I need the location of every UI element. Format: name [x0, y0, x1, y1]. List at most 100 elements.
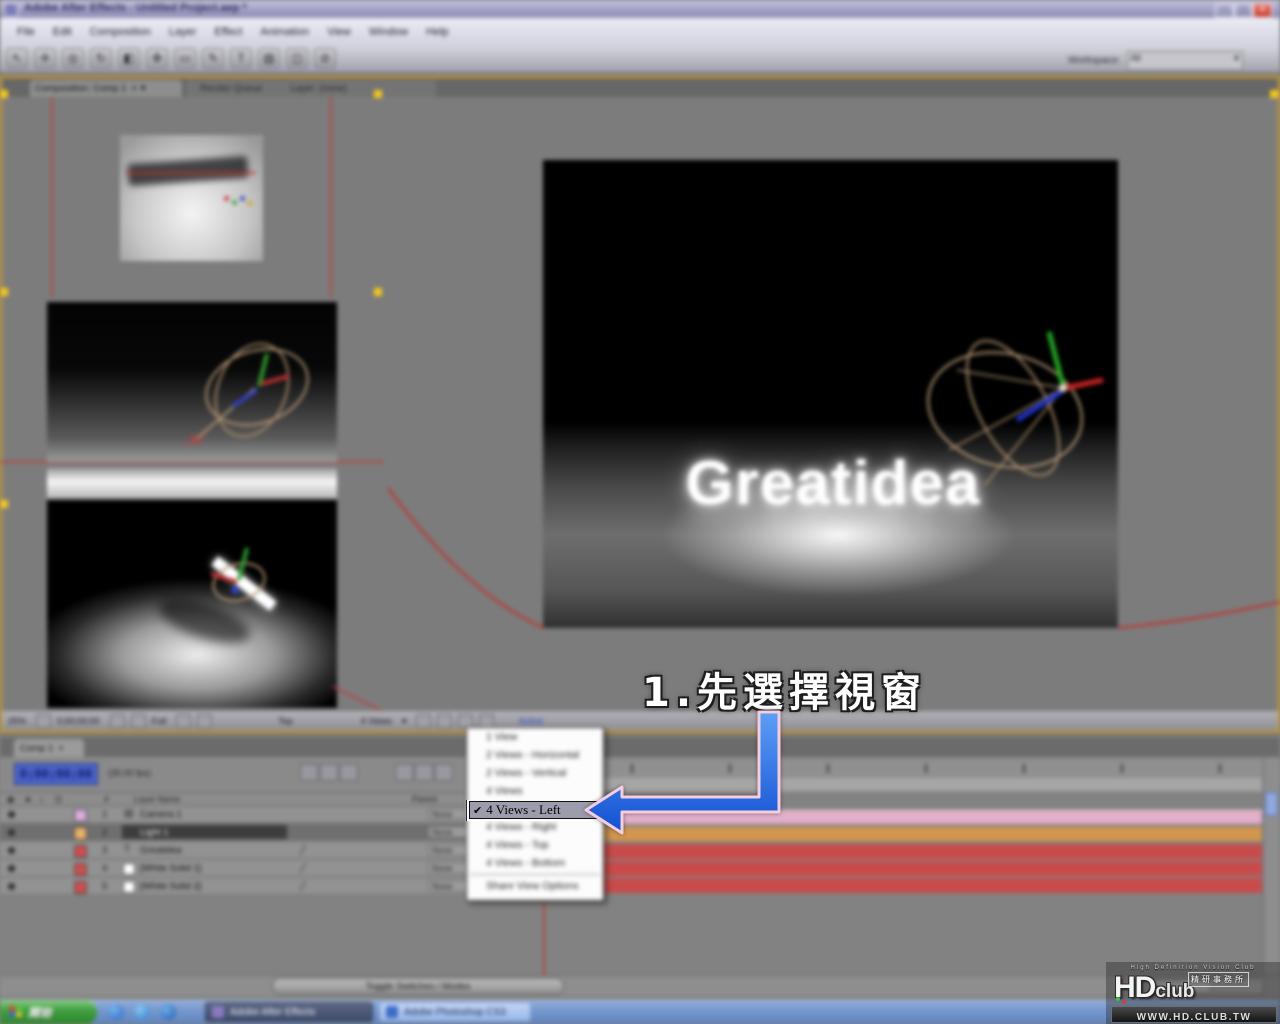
label-color-chip[interactable]	[74, 845, 87, 858]
logo-brand: HDclub 精研事務所	[1114, 971, 1280, 1005]
menu-effect[interactable]: Effect	[205, 26, 251, 38]
panel-handle[interactable]	[374, 288, 382, 296]
region-of-interest-icon[interactable]	[176, 714, 191, 728]
resolution-dropdown[interactable]: Full	[152, 716, 167, 726]
clone-stamp-tool-icon[interactable]: ◫	[286, 48, 308, 69]
menu-layer[interactable]: Layer	[160, 26, 206, 38]
draft-3d-icon[interactable]	[320, 764, 338, 781]
quality-switch-icon[interactable]: ╱	[300, 881, 305, 892]
view-name-dropdown[interactable]: Top	[278, 716, 293, 726]
brush-tool-icon[interactable]: ▨	[258, 48, 280, 69]
viewport-active-camera-view[interactable]	[47, 500, 337, 708]
snapshot-icon[interactable]	[110, 714, 125, 728]
start-button[interactable]: 開始	[0, 1000, 97, 1024]
menu-window[interactable]: Window	[360, 26, 417, 38]
view-layout-dropdown[interactable]: 4 Views	[361, 716, 392, 726]
quick-launch-icon[interactable]	[134, 1004, 150, 1020]
hide-shy-layers-icon[interactable]	[340, 764, 358, 781]
viewer-timecode[interactable]: 0;00;00;00	[57, 716, 100, 726]
maximize-button[interactable]: □	[1234, 3, 1253, 18]
check-icon: ✔	[473, 804, 482, 817]
logo-hd-text: HD	[1114, 971, 1155, 1004]
minimize-button[interactable]: −	[1215, 3, 1234, 18]
workspace-dropdown[interactable]: All ▾	[1127, 51, 1243, 70]
eye-icon[interactable]	[8, 811, 15, 818]
camera-tool-icon[interactable]: ◧	[118, 48, 140, 69]
workspace-label: Workspace:	[1068, 55, 1121, 66]
tab-layer[interactable]: Layer: (none)	[276, 83, 361, 94]
panel-handle[interactable]	[374, 90, 382, 98]
selection-tool-icon[interactable]: ↖	[6, 48, 28, 69]
title-bar[interactable]: Adobe After Effects - Untitled Project.a…	[0, 0, 1280, 18]
gizmo-dot-yellow	[247, 201, 252, 206]
duration-bar-white-solid-2[interactable]	[555, 878, 1262, 893]
eye-icon[interactable]	[8, 847, 15, 854]
label-color-chip[interactable]	[74, 827, 87, 840]
close-icon[interactable]: ×	[58, 743, 64, 754]
internet-explorer-icon[interactable]	[108, 1004, 124, 1020]
exposure-status[interactable]: Active	[518, 716, 543, 726]
taskbar-button-after-effects[interactable]: Adobe After Effects	[205, 1002, 373, 1022]
label-color-chip[interactable]	[74, 809, 87, 822]
quick-launch-icon[interactable]	[160, 1004, 176, 1020]
viewport-main-left-view[interactable]: Greatidea	[543, 160, 1118, 628]
safe-areas-icon[interactable]	[36, 714, 51, 728]
type-tool-icon[interactable]: T	[230, 48, 252, 69]
pen-tool-icon[interactable]: ✎	[202, 48, 224, 69]
panel-menu-icon[interactable]: ▾	[141, 83, 146, 94]
comp-mini-flowchart-icon[interactable]	[300, 764, 318, 781]
fast-previews-icon[interactable]	[437, 714, 452, 728]
close-icon[interactable]: ×	[131, 83, 137, 94]
menu-item-share-view-options[interactable]: Share View Options	[467, 877, 603, 895]
rotation-tool-icon[interactable]: ↻	[90, 48, 112, 69]
duration-bar-greatidea[interactable]	[555, 844, 1262, 859]
label-color-chip[interactable]	[74, 881, 87, 894]
toggle-switches-modes-button[interactable]: Toggle Switches / Modes	[272, 978, 564, 995]
panel-handle[interactable]	[0, 90, 8, 98]
tab-render-queue[interactable]: Render Queue	[186, 83, 276, 94]
hand-tool-icon[interactable]: ✛	[34, 48, 56, 69]
pan-behind-tool-icon[interactable]: ✜	[146, 48, 168, 69]
quality-switch-icon[interactable]: ╱	[300, 845, 305, 856]
pixel-aspect-icon[interactable]	[416, 714, 431, 728]
tab-composition-comp1[interactable]: Composition: Comp 1 × ▾	[30, 80, 182, 97]
quality-switch-icon[interactable]: ╱	[300, 863, 305, 874]
eye-icon[interactable]	[8, 883, 15, 890]
menu-edit[interactable]: Edit	[44, 26, 81, 38]
text-layer-icon: T	[124, 844, 130, 855]
close-button[interactable]: ✕	[1253, 3, 1272, 18]
label-color-chip[interactable]	[74, 863, 87, 876]
panel-handle[interactable]	[0, 500, 8, 508]
graph-editor-icon[interactable]	[435, 764, 453, 781]
scrollbar-thumb[interactable]	[1265, 792, 1278, 816]
magnification-dropdown[interactable]: 25%	[8, 716, 26, 726]
panel-handle[interactable]	[0, 288, 8, 296]
menu-composition[interactable]: Composition	[81, 26, 160, 38]
taskbar-button-photoshop[interactable]: Adobe Photoshop CS3	[379, 1002, 531, 1022]
eye-icon[interactable]	[8, 829, 15, 836]
timeline-button-icon[interactable]	[458, 714, 473, 728]
duration-bar-white-solid-1[interactable]	[555, 861, 1262, 876]
frame-blending-icon[interactable]	[395, 764, 413, 781]
tab-timeline-comp1[interactable]: Comp 1 ×	[14, 739, 84, 757]
viewport-front-view[interactable]	[47, 302, 337, 462]
motion-blur-icon[interactable]	[415, 764, 433, 781]
menu-view[interactable]: View	[318, 26, 360, 38]
menu-help[interactable]: Help	[417, 26, 458, 38]
timeline-vertical-scrollbar[interactable]	[1263, 758, 1279, 975]
panel-handle[interactable]	[1270, 90, 1278, 98]
menu-file[interactable]: File	[8, 26, 44, 38]
eraser-tool-icon[interactable]: ⊘	[314, 48, 336, 69]
eye-icon[interactable]	[8, 865, 15, 872]
mask-tool-icon[interactable]: ▭	[174, 48, 196, 69]
menu-animation[interactable]: Animation	[251, 26, 318, 38]
flowchart-button-icon[interactable]	[479, 714, 494, 728]
video-column-icon: ◉	[7, 794, 14, 805]
current-time-field[interactable]: 0;00;00;00	[14, 763, 98, 785]
transparency-grid-icon[interactable]	[197, 714, 212, 728]
menu-item-4-views-bottom[interactable]: 4 Views - Bottom	[467, 854, 603, 872]
show-channel-icon[interactable]	[131, 714, 146, 728]
chevron-down-icon[interactable]: ▾	[402, 716, 407, 727]
zoom-tool-icon[interactable]: ◎	[62, 48, 84, 69]
solo-column-icon: ○	[39, 794, 44, 804]
